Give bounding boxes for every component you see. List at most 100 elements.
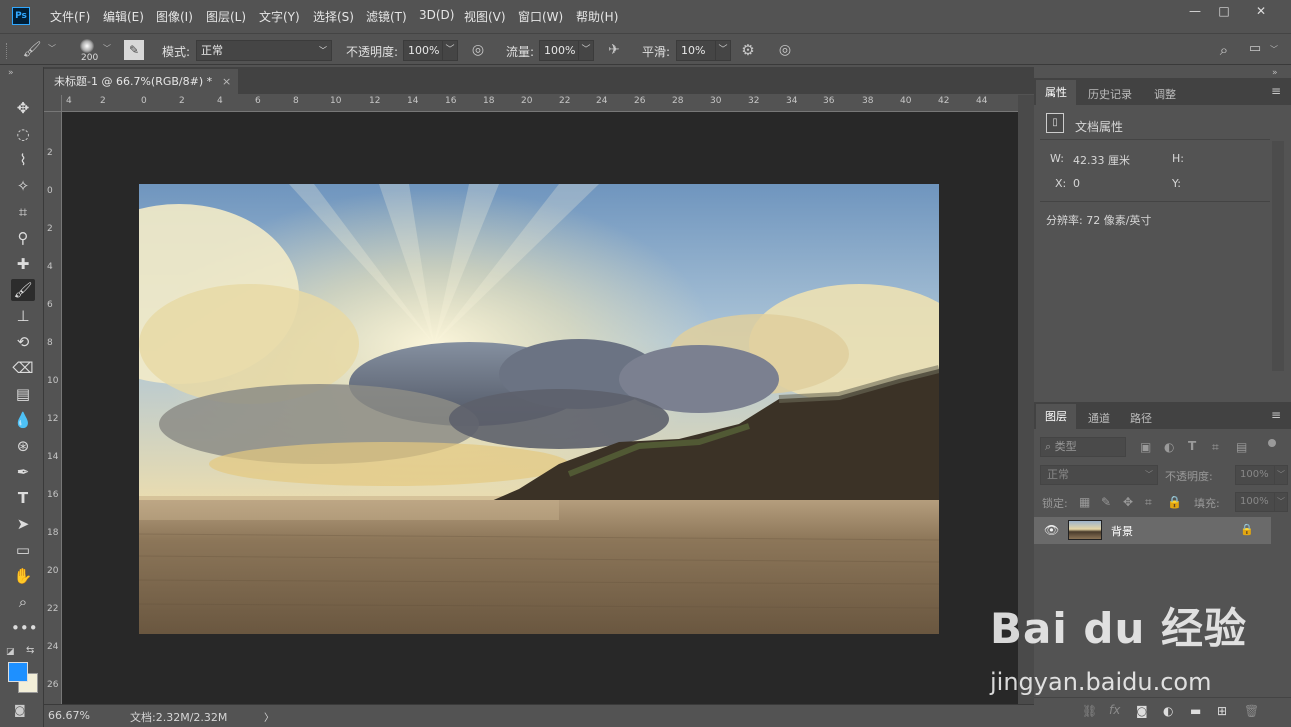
document-image[interactable] [139, 184, 939, 634]
chevron-down-icon[interactable]: ﹀ [103, 43, 111, 54]
smoothing-dropdown[interactable]: ﹀ [715, 40, 731, 61]
type-tool-icon[interactable]: T [11, 487, 35, 509]
lock-position-icon[interactable]: ✥ [1123, 495, 1133, 509]
brush-tool-icon[interactable]: 🖌 [11, 279, 35, 301]
layer-opacity-input[interactable]: 100% [1235, 465, 1275, 485]
adjustment-layer-icon[interactable]: ◐ [1163, 704, 1173, 718]
eye-visibility-icon[interactable]: 👁 [1044, 523, 1059, 537]
panel-menu-icon[interactable]: ≡ [1268, 408, 1284, 422]
chevron-down-icon[interactable]: ﹀ [1270, 44, 1278, 55]
pressure-opacity-icon[interactable]: ◎ [468, 42, 488, 58]
add-mask-icon[interactable]: ◙ [1136, 704, 1148, 718]
lasso-tool-icon[interactable]: ⌇ [11, 149, 35, 171]
x-value[interactable]: 0 [1073, 177, 1080, 190]
menu-image[interactable]: 图像(I) [156, 8, 193, 25]
zoom-tool-icon[interactable]: ⌕ [11, 591, 35, 613]
blend-mode-select[interactable]: 正常 ﹀ [1040, 465, 1158, 485]
mode-select[interactable]: 正常 ﹀ [196, 40, 332, 61]
zoom-level[interactable]: 66.67% [48, 709, 90, 722]
lock-pixels-icon[interactable]: ✎ [1101, 495, 1111, 509]
layer-name[interactable]: 背景 [1111, 523, 1133, 539]
magic-wand-icon[interactable]: ✧ [11, 175, 35, 197]
menu-type[interactable]: 文字(Y) [259, 8, 300, 25]
horizontal-ruler[interactable]: 4 2 0 2 4 6 8 10 12 14 16 18 20 22 24 26 28 30 32 34 36 38 40 4… [62, 95, 1018, 112]
blur-tool-icon[interactable]: 💧 [11, 409, 35, 431]
fill-input[interactable]: 100% [1235, 492, 1275, 512]
layer-row[interactable]: 👁 背景 🔒 [1034, 517, 1271, 544]
search-icon[interactable]: ⌕ [1214, 41, 1234, 59]
status-menu-arrow[interactable]: 〉 [264, 709, 274, 724]
lock-transparent-icon[interactable]: ▦ [1079, 495, 1090, 509]
gear-icon[interactable]: ⚙ [738, 41, 758, 59]
pen-tool-icon[interactable]: ✒ [11, 461, 35, 483]
workspace-icon[interactable]: ▭ [1245, 41, 1265, 56]
fx-icon[interactable]: fx [1109, 703, 1120, 717]
minimize-button[interactable]: — [1181, 2, 1209, 20]
rectangle-tool-icon[interactable]: ▭ [11, 539, 35, 561]
brush-tool-preset-icon[interactable]: 🖌 [22, 40, 42, 58]
close-window-button[interactable]: ✕ [1243, 2, 1279, 20]
hand-tool-icon[interactable]: ✋ [11, 565, 35, 587]
opacity-dropdown[interactable]: ﹀ [442, 40, 458, 61]
more-tools-icon[interactable]: ••• [11, 617, 38, 639]
menu-select[interactable]: 选择(S) [313, 8, 354, 25]
width-value[interactable]: 42.33 厘米 [1073, 152, 1130, 168]
menu-filter[interactable]: 滤镜(T) [366, 8, 407, 25]
fill-dropdown[interactable]: ﹀ [1274, 492, 1288, 512]
elliptical-marquee-icon[interactable]: ◌ [11, 123, 35, 145]
smart-object-filter-icon[interactable]: ▤ [1236, 440, 1247, 454]
history-brush-icon[interactable]: ⟲ [11, 331, 35, 353]
flow-dropdown[interactable]: ﹀ [578, 40, 594, 61]
brush-settings-icon[interactable]: ✎ [124, 40, 144, 60]
foreground-color-swatch[interactable] [8, 662, 28, 682]
move-tool-icon[interactable]: ✥ [11, 97, 35, 119]
sponge-tool-icon[interactable]: ⊛ [11, 435, 35, 457]
properties-scrollbar[interactable] [1272, 141, 1284, 371]
filter-toggle-icon[interactable] [1268, 439, 1276, 447]
airbrush-icon[interactable]: ✈ [603, 42, 625, 58]
healing-brush-icon[interactable]: ✚ [11, 253, 35, 275]
quick-mask-icon[interactable]: ◙ [14, 703, 26, 717]
layer-filter-select[interactable]: ⌕ 类型 [1040, 437, 1126, 457]
menu-view[interactable]: 视图(V) [464, 8, 506, 25]
lock-artboard-icon[interactable]: ⌗ [1145, 495, 1152, 510]
vertical-ruler[interactable]: 2 0 2 4 6 8 10 12 14 16 18 20 22 24 26 [44, 112, 62, 704]
menu-file[interactable]: 文件(F) [50, 8, 90, 25]
chevron-down-icon[interactable]: ﹀ [48, 43, 56, 54]
menu-help[interactable]: 帮助(H) [576, 8, 618, 25]
link-layers-icon[interactable]: ⛓ [1082, 704, 1097, 718]
collapse-icon[interactable]: » [1272, 68, 1278, 78]
eyedropper-icon[interactable]: ⚲ [11, 227, 35, 249]
tab-layers[interactable]: 图层 [1036, 404, 1076, 429]
image-filter-icon[interactable]: ▣ [1140, 440, 1151, 454]
gradient-tool-icon[interactable]: ▤ [11, 383, 35, 405]
brush-preview-icon[interactable] [80, 39, 94, 53]
adjustment-filter-icon[interactable]: ◐ [1164, 440, 1174, 454]
tab-adjustments[interactable]: 调整 [1154, 86, 1176, 102]
eraser-icon[interactable]: ⌫ [11, 357, 35, 379]
tab-properties[interactable]: 属性 [1036, 80, 1076, 105]
pressure-size-icon[interactable]: ◎ [775, 42, 795, 58]
path-select-icon[interactable]: ➤ [11, 513, 35, 535]
lock-all-icon[interactable]: 🔒 [1167, 495, 1182, 509]
smoothing-input[interactable]: 10% [676, 40, 716, 61]
new-group-icon[interactable]: ▬ [1190, 704, 1201, 718]
shape-filter-icon[interactable]: ⌗ [1212, 440, 1219, 455]
swap-colors-icon[interactable]: ⇆ [26, 645, 34, 656]
tab-channels[interactable]: 通道 [1088, 410, 1110, 426]
menu-layer[interactable]: 图层(L) [206, 8, 246, 25]
menu-edit[interactable]: 编辑(E) [103, 8, 144, 25]
clone-stamp-icon[interactable]: ⊥ [11, 305, 35, 327]
collapse-icon[interactable]: » [8, 68, 14, 78]
menu-window[interactable]: 窗口(W) [518, 8, 563, 25]
opacity-input[interactable]: 100% [403, 40, 443, 61]
ruler-origin[interactable] [44, 95, 62, 112]
close-tab-icon[interactable]: × [222, 69, 231, 94]
default-colors-icon[interactable]: ◪ [6, 647, 15, 657]
panel-menu-icon[interactable]: ≡ [1268, 84, 1284, 98]
menu-3d[interactable]: 3D(D) [419, 8, 454, 22]
type-filter-icon[interactable]: T [1188, 439, 1196, 453]
flow-input[interactable]: 100% [539, 40, 579, 61]
crop-tool-icon[interactable]: ⌗ [11, 201, 35, 223]
document-tab[interactable]: 未标题-1 @ 66.7%(RGB/8#) * × [44, 69, 238, 94]
